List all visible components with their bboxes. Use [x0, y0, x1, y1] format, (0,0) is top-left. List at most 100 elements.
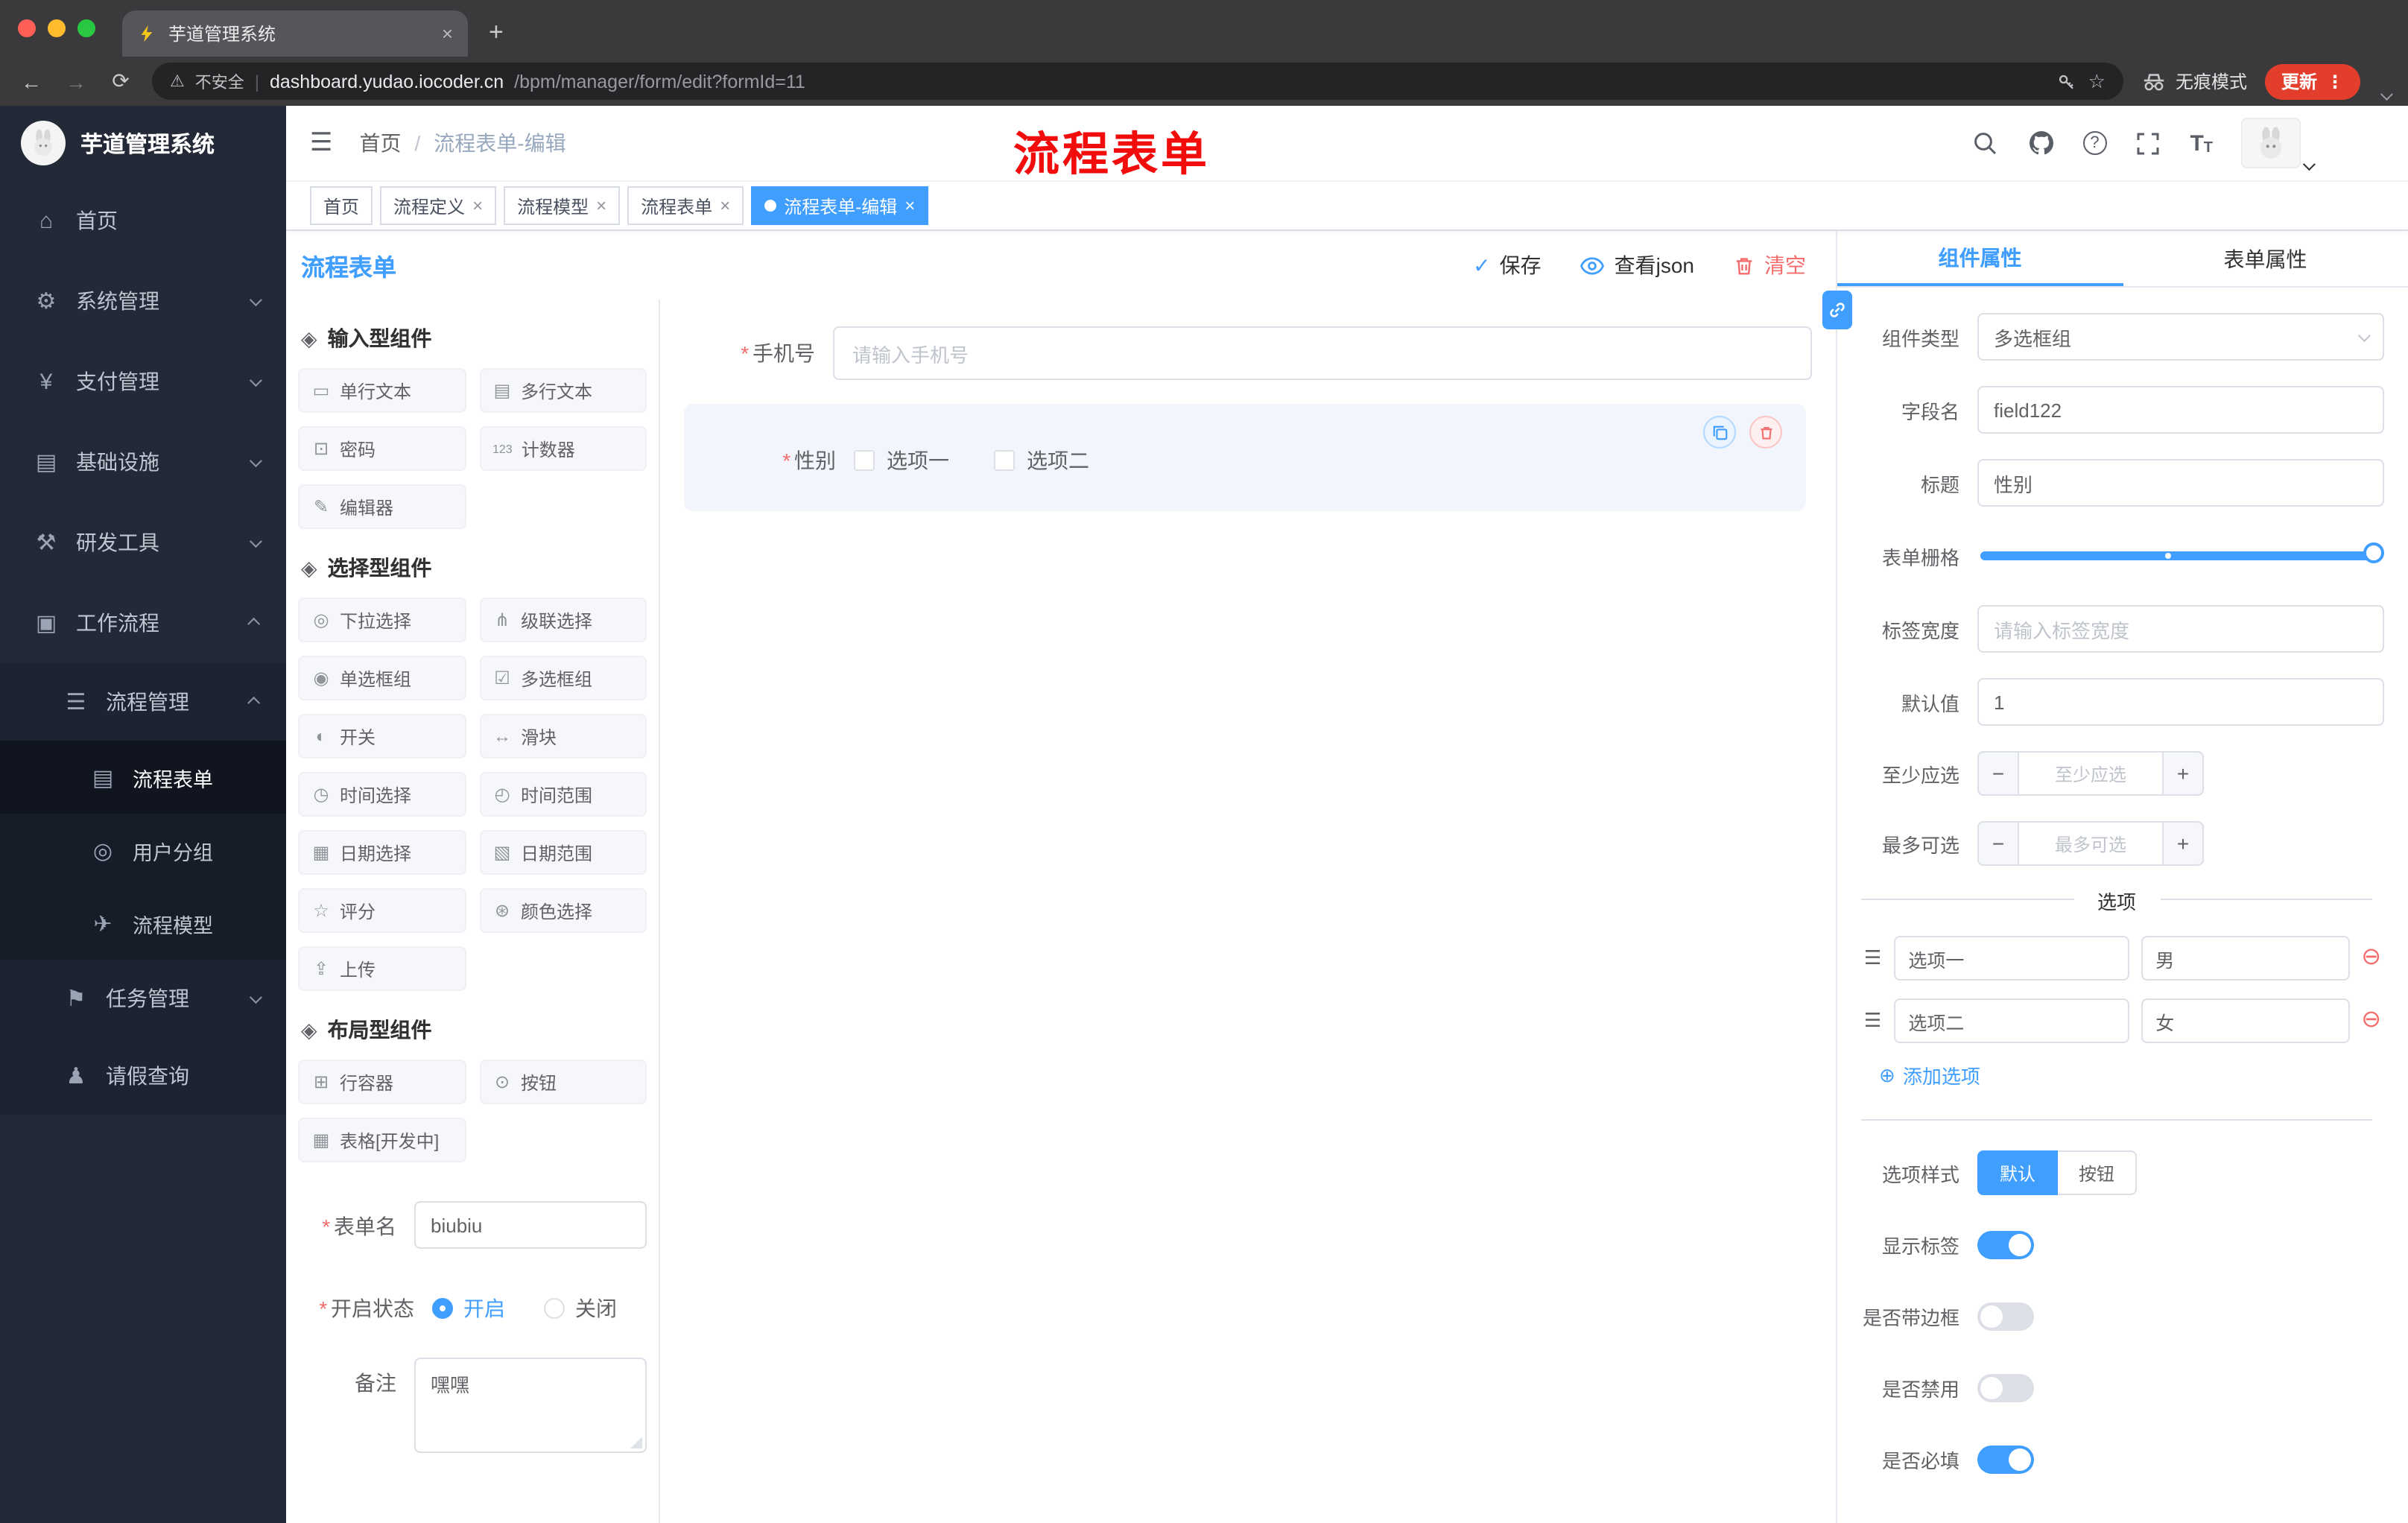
- remark-textarea[interactable]: 嘿嘿: [414, 1358, 647, 1453]
- required-switch[interactable]: [1977, 1446, 2034, 1474]
- palette-item-upload[interactable]: ⇪ 上传: [298, 946, 466, 991]
- save-button[interactable]: ✓ 保存: [1473, 250, 1541, 280]
- palette-item-password[interactable]: ⊡ 密码: [298, 426, 466, 471]
- field-name-input[interactable]: field122: [1977, 386, 2384, 434]
- bookmark-star-icon[interactable]: ☆: [2088, 69, 2106, 93]
- component-type-select[interactable]: 多选框组: [1977, 313, 2384, 361]
- panel-link-handle[interactable]: [1822, 291, 1852, 329]
- tag-process-definition[interactable]: 流程定义 ×: [380, 186, 497, 225]
- grid-slider[interactable]: [1980, 542, 2384, 563]
- tag-home[interactable]: 首页: [310, 186, 373, 225]
- back-icon[interactable]: ←: [18, 69, 45, 93]
- min-select-input[interactable]: 至少应选: [2019, 751, 2162, 796]
- sidebar-item-devtools[interactable]: ⚒ 研发工具: [0, 502, 286, 583]
- remove-option-icon[interactable]: ⊖: [2361, 1008, 2381, 1033]
- palette-item-color-picker[interactable]: ⊛ 颜色选择: [479, 888, 647, 933]
- show-label-switch[interactable]: [1977, 1231, 2034, 1259]
- palette-item-multi-line-text[interactable]: ▤ 多行文本: [479, 368, 647, 413]
- close-window-button[interactable]: [18, 19, 36, 37]
- palette-item-counter[interactable]: 123 计数器: [479, 426, 647, 471]
- tag-close-icon[interactable]: ×: [904, 195, 915, 216]
- option-2-value-input[interactable]: 女: [2141, 998, 2350, 1043]
- clear-button[interactable]: 清空: [1733, 250, 1806, 280]
- tag-close-icon[interactable]: ×: [720, 195, 730, 216]
- palette-item-cascader[interactable]: ⋔ 级联选择: [479, 598, 647, 642]
- sidebar-item-workflow[interactable]: ▣ 工作流程: [0, 583, 286, 663]
- tag-process-model[interactable]: 流程模型 ×: [504, 186, 621, 225]
- tab-form-props[interactable]: 表单属性: [2123, 231, 2408, 286]
- sidebar-item-system[interactable]: ⚙ 系统管理: [0, 261, 286, 341]
- palette-item-radio-group[interactable]: ◉ 单选框组: [298, 656, 466, 700]
- palette-item-row-container[interactable]: ⊞ 行容器: [298, 1060, 466, 1104]
- style-default-button[interactable]: 默认: [1977, 1150, 2059, 1195]
- drag-handle-icon[interactable]: ☰: [1864, 1009, 1881, 1033]
- sidebar-item-process-form[interactable]: ▤ 流程表单: [0, 741, 286, 814]
- font-size-icon[interactable]: TT: [2190, 130, 2213, 156]
- minimize-window-button[interactable]: [48, 19, 66, 37]
- password-key-icon[interactable]: [2057, 71, 2078, 92]
- gender-option-1[interactable]: 选项一: [854, 446, 949, 475]
- search-icon[interactable]: [1972, 130, 1999, 156]
- new-tab-button[interactable]: +: [489, 18, 504, 48]
- option-1-value-input[interactable]: 男: [2141, 936, 2350, 981]
- palette-item-slider[interactable]: ↔ 滑块: [479, 714, 647, 759]
- minus-button[interactable]: −: [1977, 751, 2019, 796]
- phone-input[interactable]: 请输入手机号: [833, 326, 1812, 380]
- add-option-button[interactable]: ⊕ 添加选项: [1879, 1061, 2384, 1089]
- palette-item-single-line-text[interactable]: ▭ 单行文本: [298, 368, 466, 413]
- palette-item-table[interactable]: ▦ 表格[开发中]: [298, 1118, 466, 1162]
- sidebar-item-task-management[interactable]: ⚑ 任务管理: [0, 960, 286, 1037]
- hamburger-icon[interactable]: ☰: [310, 128, 333, 158]
- plus-button[interactable]: +: [2162, 821, 2204, 866]
- label-width-input[interactable]: 请输入标签宽度: [1977, 605, 2384, 653]
- delete-component-button[interactable]: [1749, 416, 1782, 449]
- field-phone[interactable]: * 手机号 请输入手机号: [684, 326, 1812, 380]
- palette-item-switch[interactable]: ◐ 开关: [298, 714, 466, 759]
- tag-process-form-edit[interactable]: 流程表单-编辑 ×: [751, 186, 929, 225]
- slider-handle[interactable]: [2363, 542, 2384, 563]
- default-value-input[interactable]: 1: [1977, 678, 2384, 726]
- checkbox-icon[interactable]: [994, 450, 1015, 471]
- status-on-radio[interactable]: 开启: [432, 1294, 505, 1323]
- palette-item-checkbox-group[interactable]: ☑ 多选框组: [479, 656, 647, 700]
- fullscreen-icon[interactable]: [2135, 130, 2161, 156]
- max-select-input[interactable]: 最多可选: [2019, 821, 2162, 866]
- disabled-switch[interactable]: [1977, 1374, 2034, 1402]
- address-bar[interactable]: ⚠ 不安全 | dashboard.yudao.iocoder.cn /bpm/…: [152, 63, 2123, 100]
- browser-menu-dots-icon[interactable]: ⋮: [2326, 71, 2344, 92]
- field-gender-selected[interactable]: * 性别 选项一 选项二: [684, 404, 1806, 511]
- palette-item-rate[interactable]: ☆ 评分: [298, 888, 466, 933]
- sidebar-item-process-model[interactable]: ✈ 流程模型: [0, 887, 286, 960]
- tab-component-props[interactable]: 组件属性: [1837, 231, 2123, 286]
- drag-handle-icon[interactable]: ☰: [1864, 946, 1881, 970]
- status-off-radio[interactable]: 关闭: [544, 1294, 617, 1323]
- sidebar-item-leave-query[interactable]: ♟ 请假查询: [0, 1037, 286, 1115]
- reload-icon[interactable]: ⟳: [107, 69, 134, 94]
- form-name-input[interactable]: biubiu: [414, 1201, 647, 1249]
- sidebar-item-home[interactable]: ⌂ 首页: [0, 180, 286, 261]
- github-icon[interactable]: [2027, 130, 2054, 156]
- sidebar-item-payment[interactable]: ¥ 支付管理: [0, 341, 286, 422]
- avatar[interactable]: [2241, 118, 2316, 171]
- sidebar-item-infrastructure[interactable]: ▤ 基础设施: [0, 422, 286, 502]
- plus-button[interactable]: +: [2162, 751, 2204, 796]
- option-2-label-input[interactable]: 选项二: [1893, 998, 2129, 1043]
- help-icon[interactable]: ?: [2082, 131, 2107, 155]
- gender-option-2[interactable]: 选项二: [994, 446, 1089, 475]
- tag-close-icon[interactable]: ×: [596, 195, 606, 216]
- palette-item-date-picker[interactable]: ▦ 日期选择: [298, 830, 466, 875]
- update-button[interactable]: 更新 ⋮: [2264, 63, 2360, 99]
- tag-process-form[interactable]: 流程表单 ×: [627, 186, 744, 225]
- tab-close-icon[interactable]: ×: [442, 22, 453, 45]
- view-json-button[interactable]: 查看json: [1580, 250, 1694, 280]
- border-switch[interactable]: [1977, 1302, 2034, 1331]
- palette-item-time-picker[interactable]: ◷ 时间选择: [298, 772, 466, 817]
- palette-item-editor[interactable]: ✎ 编辑器: [298, 484, 466, 529]
- forward-icon[interactable]: →: [63, 69, 89, 93]
- palette-item-time-range[interactable]: ◴ 时间范围: [479, 772, 647, 817]
- browser-tab[interactable]: 芋道管理系统 ×: [122, 10, 468, 57]
- palette-item-select[interactable]: ◎ 下拉选择: [298, 598, 466, 642]
- title-input[interactable]: 性别: [1977, 459, 2384, 507]
- copy-component-button[interactable]: [1703, 416, 1736, 449]
- toolbar-chevron-down-icon[interactable]: [2380, 88, 2393, 101]
